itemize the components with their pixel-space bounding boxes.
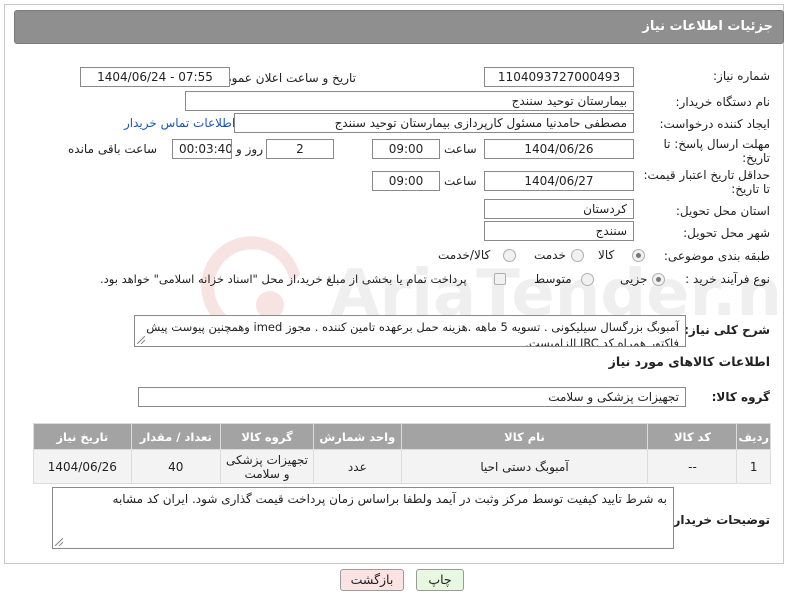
- process-option-minor: جزیی: [620, 272, 648, 286]
- process-option-medium: متوسط: [534, 272, 572, 286]
- goods-section-title: اطلاعات کالاهای مورد نیاز: [608, 354, 770, 369]
- price-validity-label-2: تا تاریخ:: [731, 182, 770, 196]
- cell-unit: عدد: [313, 449, 402, 484]
- reply-days-field: 2: [266, 139, 334, 159]
- price-validity-date-field: 1404/06/27: [484, 171, 634, 191]
- resize-grip-icon[interactable]: [55, 538, 63, 546]
- buyer-notes-label: توضیحات خریدار:: [668, 513, 770, 527]
- col-header-name: نام کالا: [400, 423, 649, 450]
- category-option-service: خدمت: [534, 248, 566, 262]
- announce-datetime-field: 1404/06/24 - 07:55: [80, 67, 230, 87]
- process-radio-minor[interactable]: [652, 273, 665, 286]
- treasury-payment-checkbox[interactable]: [494, 273, 506, 285]
- back-button[interactable]: بازگشت: [340, 569, 404, 591]
- page-title: جزئیات اطلاعات نیاز: [642, 19, 773, 34]
- col-header-code: کد کالا: [647, 423, 738, 450]
- col-header-row-num: ردیف: [736, 423, 771, 450]
- goods-group-field: تجهیزات پزشکی و سلامت: [138, 387, 686, 407]
- panel-header: جزئیات اطلاعات نیاز: [14, 10, 784, 44]
- buyer-notes-textarea[interactable]: به شرط تایید کیفیت توسط مرکز وثبت در آیم…: [52, 487, 674, 549]
- buyer-contact-link[interactable]: اطلاعات تماس خریدار: [124, 116, 235, 130]
- cell-name: آمبوبگ دستی احیا: [400, 449, 649, 484]
- cell-date: 1404/06/26: [33, 449, 132, 484]
- cell-qty: 40: [130, 449, 221, 484]
- remaining-time-label: ساعت باقی مانده: [68, 142, 158, 156]
- process-radio-medium[interactable]: [581, 273, 594, 286]
- col-header-unit: واحد شمارش: [313, 423, 402, 450]
- cell-row-num: 1: [736, 449, 771, 484]
- description-label: شرح کلی نیاز:: [684, 323, 770, 337]
- col-header-qty: تعداد / مقدار: [130, 423, 221, 450]
- goods-table: ردیف کد کالا نام کالا واحد شمارش گروه کا…: [33, 423, 771, 484]
- description-textarea[interactable]: آمبوبگ بزرگسال سیلیکونی . تسویه 5 ماهه .…: [134, 315, 686, 347]
- price-validity-label: حداقل تاریخ اعتبار قیمت:: [643, 168, 770, 182]
- province-field: کردستان: [484, 199, 634, 219]
- cell-code: --: [647, 449, 738, 484]
- province-label: استان محل تحویل:: [675, 204, 770, 218]
- reply-time-field: 09:00: [372, 139, 440, 159]
- print-button[interactable]: چاپ: [416, 569, 464, 591]
- buyer-notes-text: به شرط تایید کیفیت توسط مرکز وثبت در آیم…: [112, 492, 667, 506]
- city-label: شهر محل تحویل:: [683, 226, 770, 240]
- table-row: 1 -- آمبوبگ دستی احیا عدد تجهیزات پزشکی …: [33, 449, 771, 484]
- table-header-row: ردیف کد کالا نام کالا واحد شمارش گروه کا…: [33, 423, 771, 450]
- creator-label: ایجاد کننده درخواست:: [659, 117, 770, 131]
- treasury-payment-note: پرداخت تمام یا بخشی از مبلغ خرید،از محل …: [100, 272, 467, 286]
- buyer-org-field: بیمارستان توحید سنندج: [185, 91, 634, 111]
- remaining-time-field: 00:03:40: [172, 139, 232, 159]
- col-header-group: گروه کالا: [219, 423, 315, 450]
- process-label: نوع فرآیند خرید :: [685, 272, 770, 286]
- reply-date-field: 1404/06/26: [484, 139, 634, 159]
- category-radio-service[interactable]: [571, 249, 584, 262]
- goods-group-label: گروه کالا:: [711, 390, 770, 404]
- price-validity-time-label: ساعت: [444, 174, 477, 188]
- category-option-goods: کالا: [598, 248, 615, 262]
- col-header-date: تاریخ نیاز: [33, 423, 132, 450]
- reply-time-label: ساعت: [444, 142, 477, 156]
- buyer-org-label: نام دستگاه خریدار:: [675, 95, 771, 109]
- reply-deadline-label: مهلت ارسال پاسخ: تا: [663, 137, 770, 151]
- cell-group: تجهیزات پزشکی و سلامت: [219, 449, 315, 484]
- need-number-field: 1104093727000493: [484, 67, 634, 87]
- reply-deadline-label-2: تاریخ:: [742, 151, 770, 165]
- category-label: طبقه بندی موضوعی:: [663, 249, 770, 263]
- reply-days-label: روز و: [236, 142, 263, 156]
- creator-field: مصطفی حامدنیا مسئول کارپردازی بیمارستان …: [234, 113, 634, 133]
- price-validity-time-field: 09:00: [372, 171, 440, 191]
- resize-grip-icon[interactable]: [137, 336, 145, 344]
- category-option-both: کالا/خدمت: [438, 248, 491, 262]
- need-number-label: شماره نیاز:: [713, 69, 770, 83]
- city-field: سنندج: [484, 221, 634, 241]
- announce-datetime-label: تاریخ و ساعت اعلان عمومی:: [211, 71, 356, 85]
- category-radio-goods[interactable]: [632, 249, 645, 262]
- description-text: آمبوبگ بزرگسال سیلیکونی . تسویه 5 ماهه .…: [146, 320, 679, 347]
- category-radio-both[interactable]: [503, 249, 516, 262]
